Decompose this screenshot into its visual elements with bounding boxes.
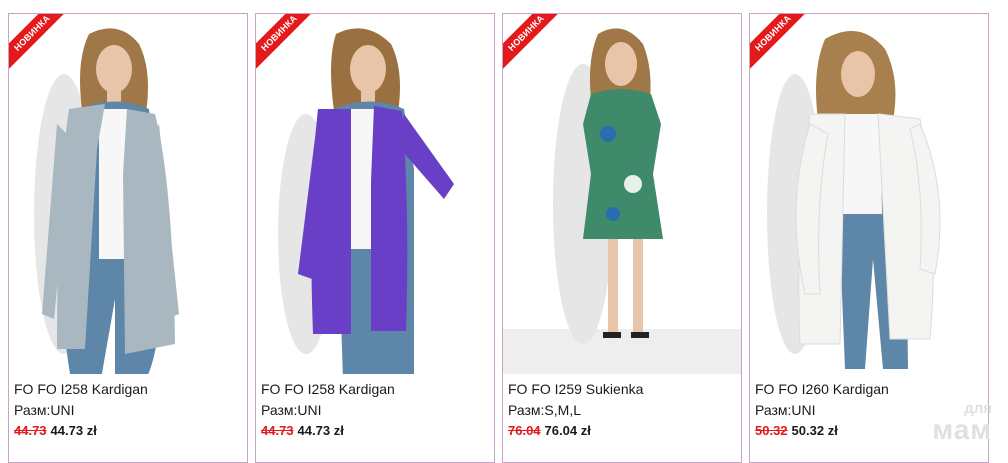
product-image[interactable]: НОВИНКА xyxy=(750,14,988,374)
new-price: 44.73 zł xyxy=(297,423,344,438)
product-size: Разм:UNI xyxy=(261,402,322,418)
product-title[interactable]: FO FO I259 Sukienka xyxy=(508,381,643,397)
old-price: 44.73 xyxy=(14,423,47,438)
new-price: 76.04 zł xyxy=(544,423,591,438)
product-size: Разм:UNI xyxy=(14,402,75,418)
product-card[interactable]: НОВИНКА FO FO I258 Kardigan Разм:UNI 44.… xyxy=(255,13,495,463)
product-size: Разм:UNI xyxy=(755,402,816,418)
new-price: 50.32 zł xyxy=(791,423,838,438)
watermark-line2: мам xyxy=(932,414,992,445)
product-image[interactable]: НОВИНКА xyxy=(256,14,494,374)
product-card[interactable]: НОВИНКА FO FO I259 Sukienka Разм:S,M,L 7… xyxy=(502,13,742,463)
product-card[interactable]: НОВИНКА FO FO I260 Kardigan Разм:UNI 50.… xyxy=(749,13,989,463)
site-watermark: для мам xyxy=(932,401,992,444)
product-size: Разм:S,M,L xyxy=(508,402,582,418)
product-price: 76.04 76.04 zł xyxy=(508,423,591,438)
product-image[interactable]: НОВИНКА xyxy=(503,14,741,374)
product-price: 44.73 44.73 zł xyxy=(261,423,344,438)
new-price: 44.73 zł xyxy=(50,423,97,438)
old-price: 76.04 xyxy=(508,423,541,438)
product-card[interactable]: НОВИНКА FO FO I258 Kardigan Разм:UNI 44.… xyxy=(8,13,248,463)
product-title[interactable]: FO FO I258 Kardigan xyxy=(14,381,148,397)
product-title[interactable]: FO FO I260 Kardigan xyxy=(755,381,889,397)
product-image[interactable]: НОВИНКА xyxy=(9,14,247,374)
old-price: 44.73 xyxy=(261,423,294,438)
product-price: 50.32 50.32 zł xyxy=(755,423,838,438)
product-title[interactable]: FO FO I258 Kardigan xyxy=(261,381,395,397)
product-price: 44.73 44.73 zł xyxy=(14,423,97,438)
old-price: 50.32 xyxy=(755,423,788,438)
